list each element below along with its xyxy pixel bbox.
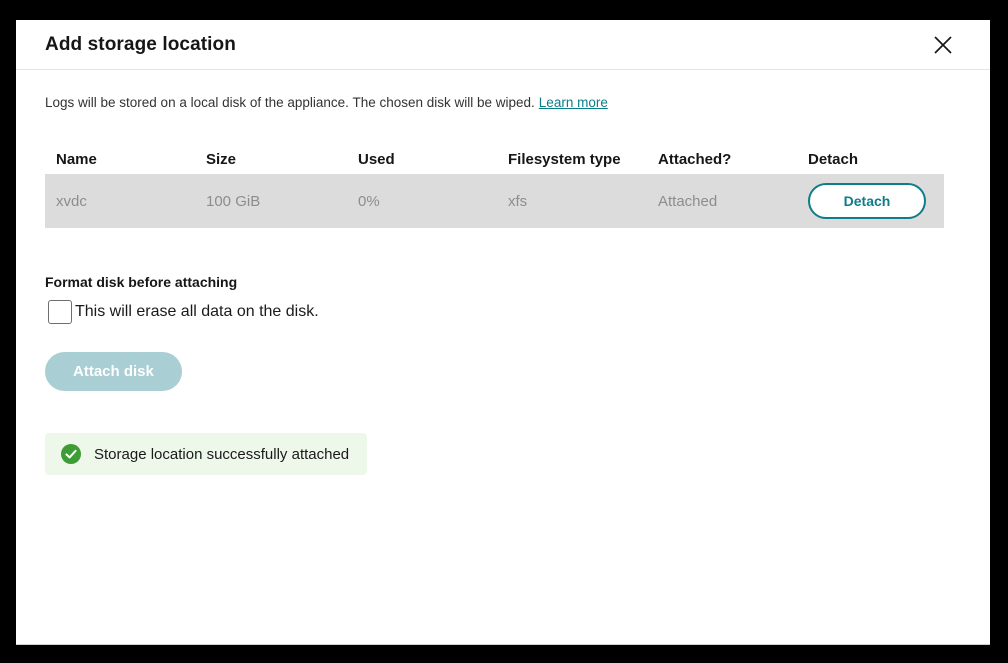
column-header-detach: Detach	[808, 151, 944, 168]
column-header-filesystem-type: Filesystem type	[508, 151, 658, 168]
cell-used: 0%	[358, 193, 508, 210]
status-message: Storage location successfully attached	[94, 446, 349, 463]
format-disk-label: Format disk before attaching	[45, 274, 960, 290]
cell-size: 100 GiB	[206, 193, 358, 210]
format-disk-checkbox[interactable]	[48, 300, 72, 324]
cell-attached-status: Attached	[658, 193, 808, 210]
cell-name: xvdc	[56, 193, 206, 210]
table-row: xvdc 100 GiB 0% xfs Attached Detach	[45, 174, 944, 228]
dialog-body: Logs will be stored on a local disk of t…	[16, 70, 990, 475]
cell-filesystem-type: xfs	[508, 193, 658, 210]
description-text: Logs will be stored on a local disk of t…	[45, 95, 960, 110]
table-header-row: Name Size Used Filesystem type Attached?…	[45, 144, 944, 174]
format-checkbox-row: This will erase all data on the disk.	[45, 300, 960, 324]
column-header-used: Used	[358, 151, 508, 168]
description-label: Logs will be stored on a local disk of t…	[45, 95, 535, 110]
disk-table: Name Size Used Filesystem type Attached?…	[45, 144, 944, 228]
add-storage-location-dialog: Add storage location Logs will be stored…	[16, 20, 990, 645]
cell-detach: Detach	[808, 183, 944, 219]
detach-button[interactable]: Detach	[808, 183, 926, 219]
column-header-name: Name	[56, 151, 206, 168]
column-header-attached: Attached?	[658, 151, 808, 168]
close-icon	[932, 34, 954, 56]
dialog-header: Add storage location	[16, 20, 990, 70]
column-header-size: Size	[206, 151, 358, 168]
close-button[interactable]	[928, 30, 958, 60]
format-checkbox-label: This will erase all data on the disk.	[75, 303, 319, 321]
attach-disk-button[interactable]: Attach disk	[45, 352, 182, 391]
format-section: Format disk before attaching This will e…	[45, 274, 960, 324]
learn-more-link[interactable]: Learn more	[539, 95, 608, 110]
check-circle-icon	[61, 444, 81, 464]
dialog-title: Add storage location	[45, 34, 236, 56]
status-banner: Storage location successfully attached	[45, 433, 367, 475]
